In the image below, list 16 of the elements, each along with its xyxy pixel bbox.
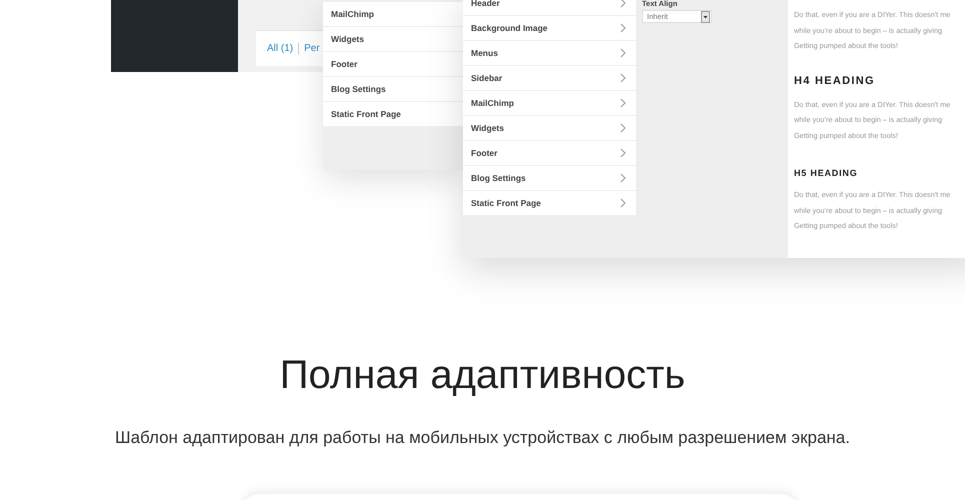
chevron-right-icon	[620, 98, 626, 108]
chevron-right-icon	[620, 73, 626, 83]
chevron-right-icon	[620, 123, 626, 133]
preview-heading: H4 HEADING	[794, 74, 876, 86]
filter-link[interactable]: All (1)	[267, 43, 294, 54]
preview-heading: H5 HEADING	[794, 168, 859, 178]
filter-link[interactable]: Per	[304, 43, 320, 54]
menu-item[interactable]: Header	[463, 0, 636, 16]
chevron-right-icon	[620, 48, 626, 58]
section-description: Шаблон адаптирован для работы на мобильных устройствах с любым разрешением экрана.	[114, 428, 851, 448]
chevron-right-icon	[620, 0, 626, 8]
chevron-right-icon	[620, 148, 626, 158]
chevron-right-icon	[620, 198, 626, 208]
chevron-right-icon	[620, 173, 626, 183]
section-title: Полная адаптивность	[278, 352, 686, 399]
chevron-right-icon	[620, 23, 626, 33]
